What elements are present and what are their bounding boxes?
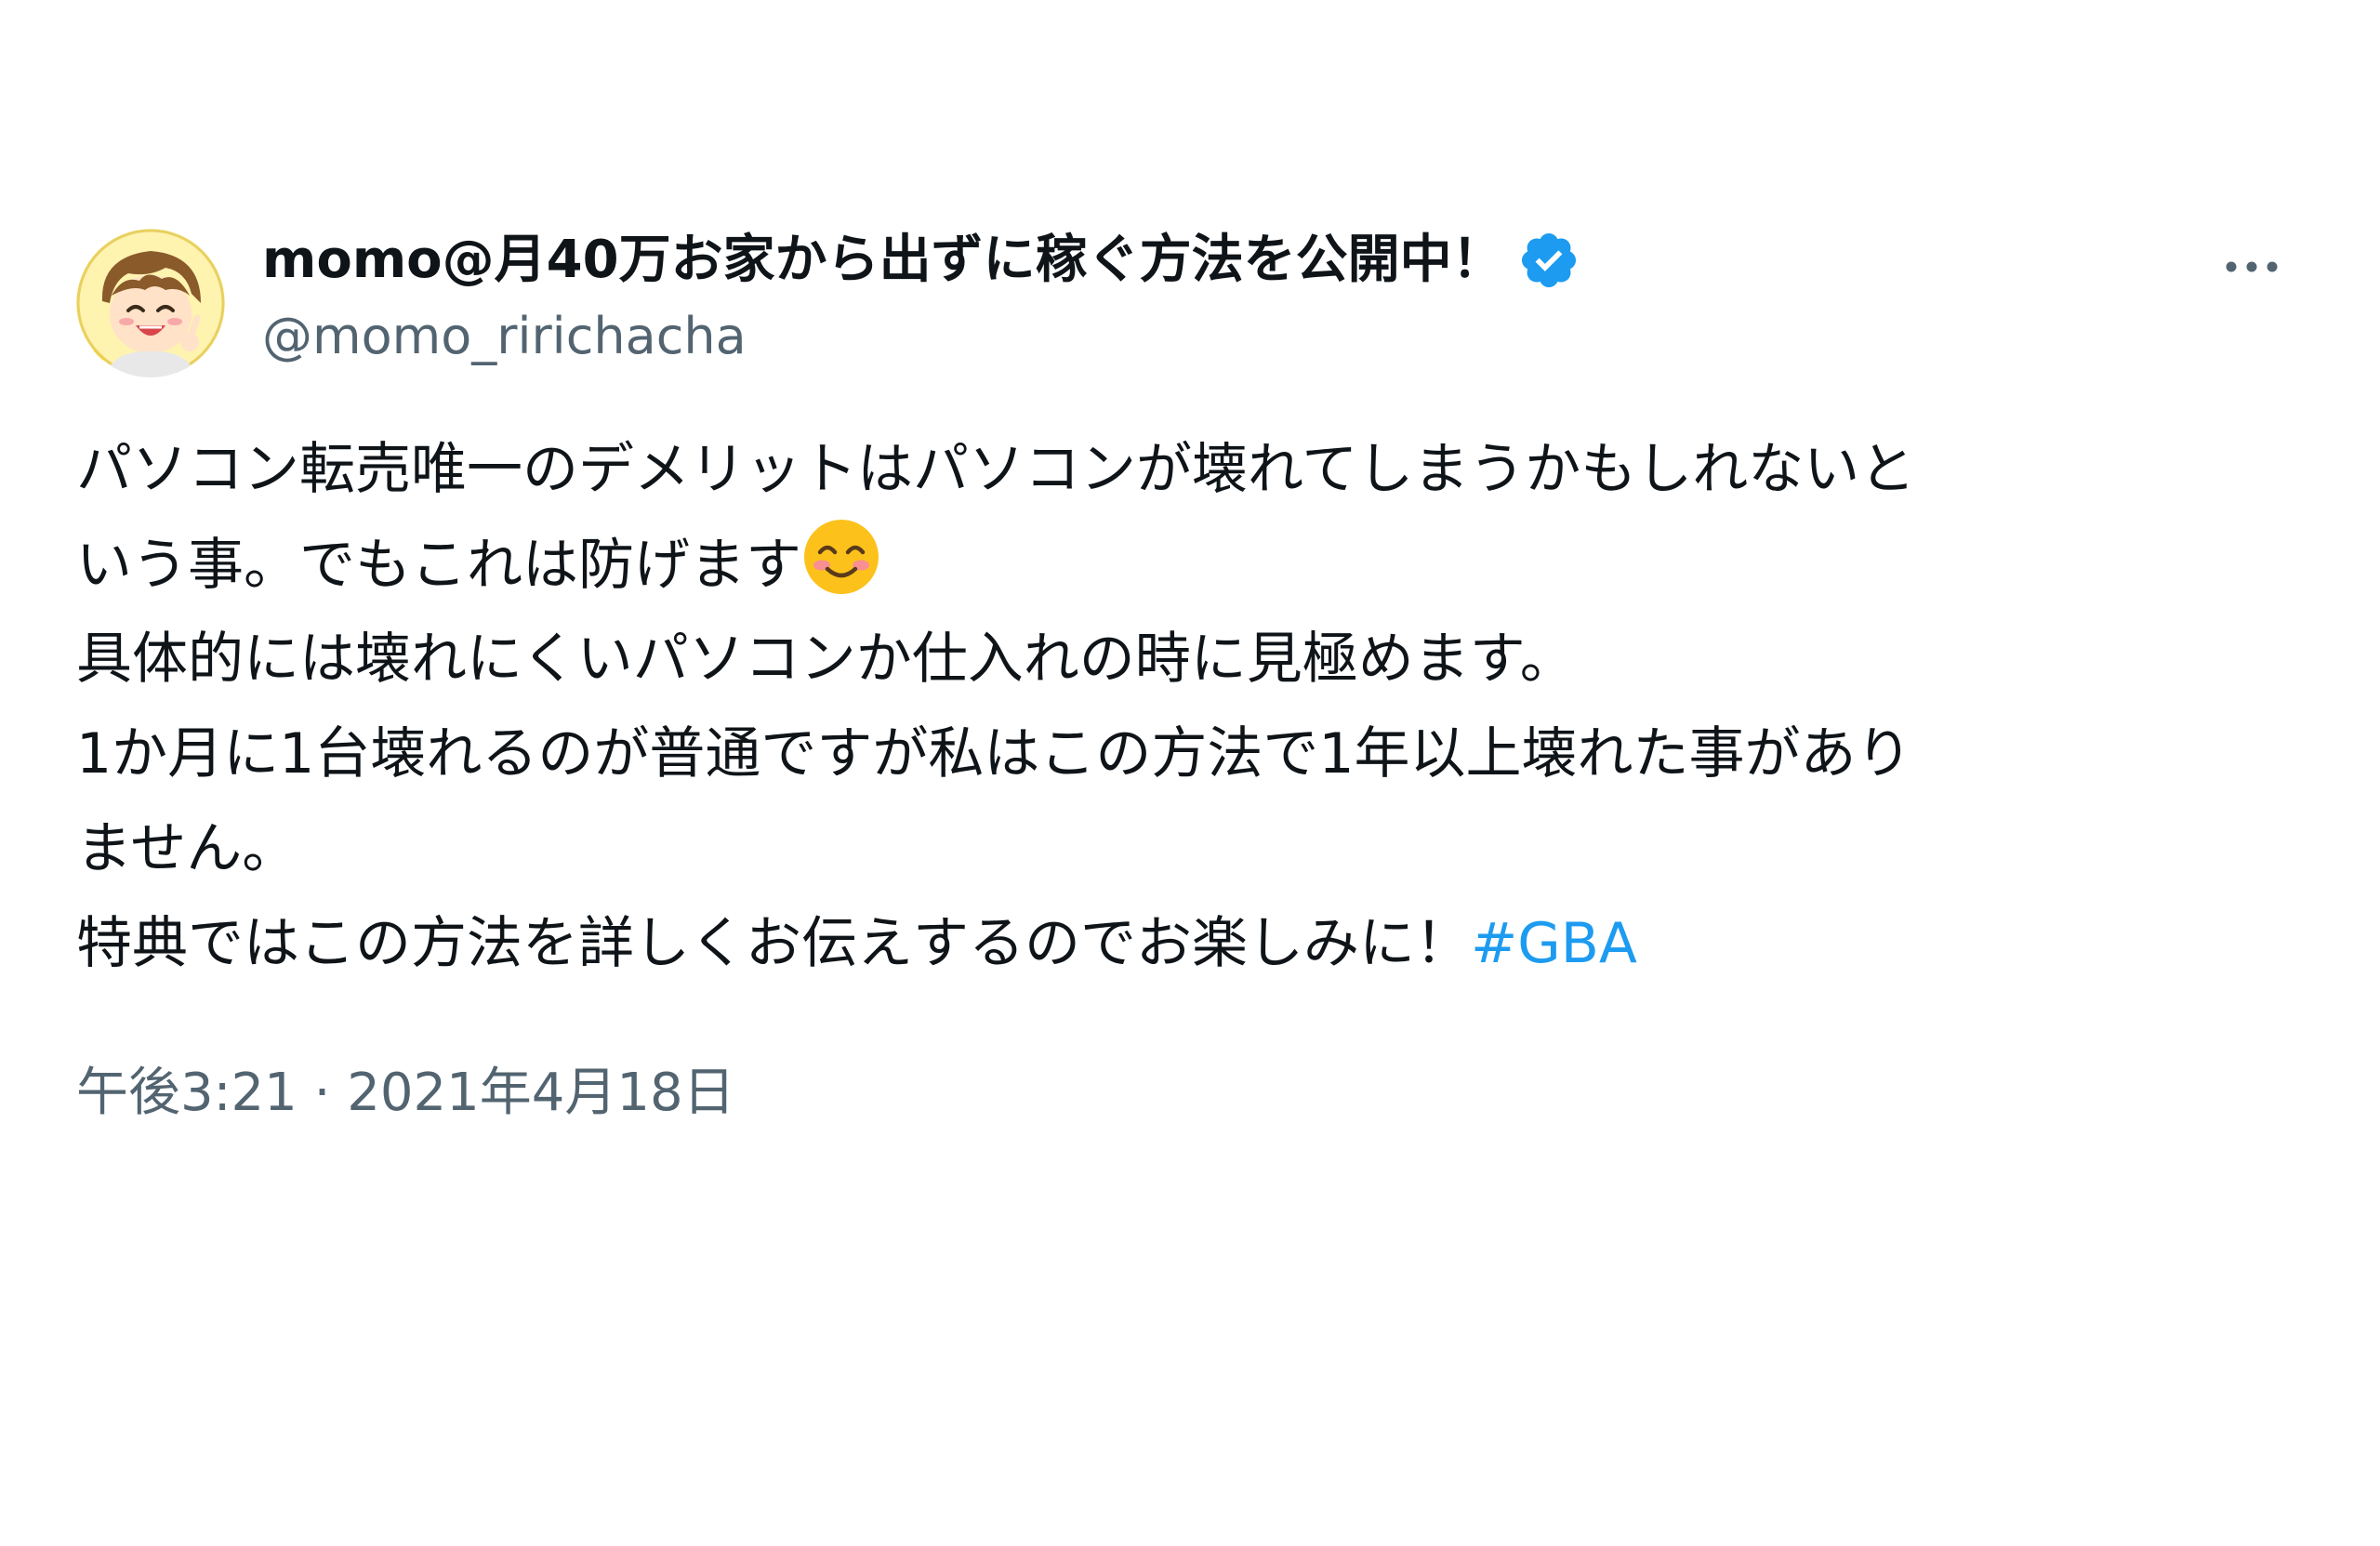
tweet-line: パソコン転売唯一のデメリットはパソコンが壊れてしまうかもしれないと (76, 422, 2289, 517)
tweet-line-text: パソコン転売唯一のデメリットはパソコンが壊れてしまうかもしれないと (76, 437, 1916, 502)
author-handle[interactable]: @momo_ririchacha (262, 299, 1580, 374)
verified-badge-icon (1517, 229, 1580, 292)
tweet-line: 1か月に1台壊れるのが普通ですが私はこの方法で1年以上壊れた事があり (76, 707, 2289, 801)
display-name-row: momo@月40万お家から出ずに稼ぐ方法を公開中！ (262, 223, 1580, 297)
tweet-header: momo@月40万お家から出ずに稼ぐ方法を公開中！ @momo_ririchac… (76, 223, 2289, 381)
tweet-line-text: いう事。でもこれは防げます (76, 533, 801, 598)
tweet-line: ません。 (76, 801, 2289, 896)
tweet-line-text: 特典ではこの方法を詳しくお伝えするのでお楽しみに！ (76, 911, 1471, 976)
more-horizontal-icon (2226, 261, 2278, 272)
tweet-line: いう事。でもこれは防げます (76, 517, 2289, 612)
tweet-text: パソコン転売唯一のデメリットはパソコンが壊れてしまうかもしれないと いう事。でも… (76, 422, 2289, 991)
tweet-date: 2021年4月18日 (347, 1063, 735, 1123)
avatar[interactable] (76, 229, 225, 377)
author-display-name[interactable]: momo@月40万お家から出ずに稼ぐ方法を公開中！ (262, 223, 1504, 297)
tweet-timestamp[interactable]: 午後3:21 · 2021年4月18日 (76, 1056, 2289, 1130)
meta-separator: · (313, 1063, 331, 1123)
tweet-time: 午後3:21 (76, 1063, 298, 1123)
hashtag-link[interactable]: #GBA (1471, 911, 1637, 976)
tweet-line: 特典ではこの方法を詳しくお伝えするのでお楽しみに！#GBA (76, 896, 2289, 991)
tweet-line-text: 1か月に1台壊れるのが普通ですが私はこの方法で1年以上壊れた事があり (76, 721, 1912, 786)
tweet-line-text: 具体的には壊れにくいパソコンか仕入れの時に見極めます。 (76, 627, 1576, 692)
tweet-line-text: ません。 (76, 816, 298, 881)
more-options-button[interactable] (2215, 244, 2289, 290)
author-names: momo@月40万お家から出ずに稼ぐ方法を公開中！ @momo_ririchac… (262, 223, 1580, 374)
tweet-card: momo@月40万お家から出ずに稼ぐ方法を公開中！ @momo_ririchac… (76, 223, 2289, 1130)
smiling-face-emoji-icon (801, 517, 881, 597)
tweet-line: 具体的には壊れにくいパソコンか仕入れの時に見極めます。 (76, 612, 2289, 707)
